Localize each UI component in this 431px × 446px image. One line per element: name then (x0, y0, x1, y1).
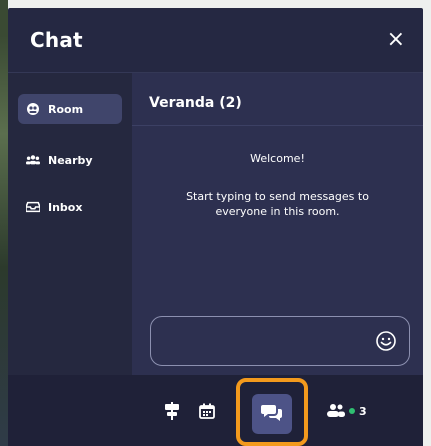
calendar-icon[interactable] (193, 397, 221, 425)
message-input-box[interactable] (150, 316, 410, 366)
sign-icon[interactable] (158, 397, 186, 425)
users-icon (327, 402, 345, 421)
bottom-toolbar: 3 (8, 375, 423, 446)
hint-text: Start typing to send messages to everyon… (186, 190, 369, 218)
chat-button-inner[interactable] (252, 394, 292, 434)
smiley-icon[interactable] (375, 330, 397, 352)
inbox-icon (26, 200, 40, 214)
chat-header: Chat × (8, 8, 423, 72)
chat-panel: Chat × Room Nearby Inbox Veranda (2) Wel… (8, 8, 423, 376)
chat-title: Chat (30, 28, 83, 52)
chat-bubbles-icon (261, 403, 283, 425)
sidebar-item-label: Room (48, 102, 84, 116)
background-edge (0, 0, 8, 446)
sidebar-item-room[interactable]: Room (18, 94, 122, 124)
message-input[interactable] (161, 329, 365, 355)
chat-toggle-button[interactable] (236, 378, 308, 446)
divider (132, 125, 423, 126)
chat-main: Veranda (2) Welcome! Start typing to sen… (132, 72, 423, 376)
welcome-text: Welcome! (250, 152, 305, 165)
sidebar-item-label: Nearby (48, 153, 93, 167)
close-button[interactable]: × (387, 29, 405, 51)
online-dot (349, 408, 355, 414)
room-icon (26, 102, 40, 116)
room-title: Veranda (2) (149, 95, 242, 111)
sidebar-item-label: Inbox (48, 200, 83, 214)
sidebar-item-inbox[interactable]: Inbox (18, 192, 122, 222)
people-group-icon (26, 153, 40, 167)
users-count: 3 (359, 404, 367, 418)
chat-sidebar: Room Nearby Inbox (8, 72, 132, 376)
sidebar-item-nearby[interactable]: Nearby (18, 145, 122, 175)
users-indicator[interactable]: 3 (327, 397, 367, 425)
